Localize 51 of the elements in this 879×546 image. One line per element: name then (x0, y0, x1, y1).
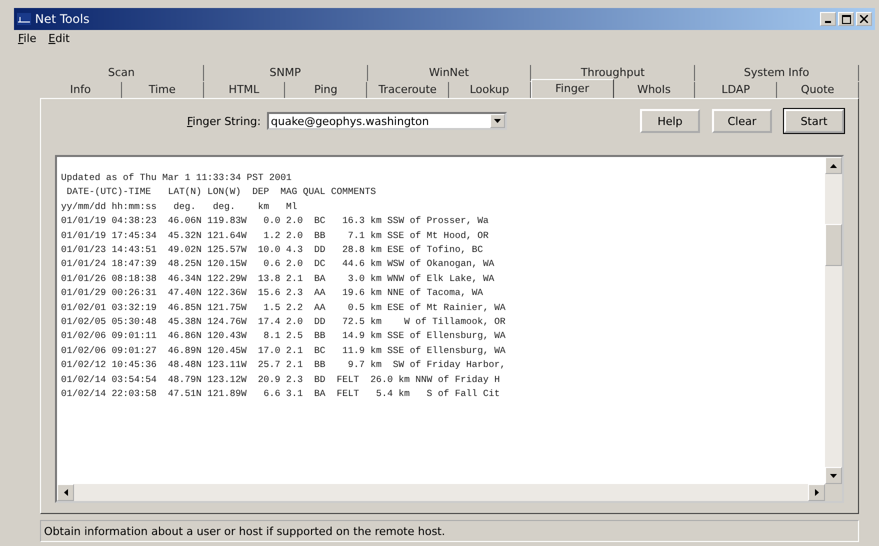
tab[interactable]: Traceroute (367, 82, 449, 98)
tab[interactable]: Ping (285, 82, 368, 98)
minimize-button[interactable] (820, 12, 836, 26)
status-text: Obtain information about a user or host if supported on the remote host. (44, 524, 446, 538)
output-line: 01/01/19 04:38:23 46.06N 119.83W 0.0 2.0 BC 16.3 km SSW of Prosser, Wa (61, 214, 490, 228)
close-icon (860, 15, 868, 23)
output-line: 01/01/26 08:18:38 46.34N 122.29W 13.8 2.1 BA 3.0 km WNW of Elk Lake, WA (61, 272, 496, 286)
menu-item[interactable]: File (18, 32, 36, 48)
maximize-button[interactable] (838, 12, 854, 26)
output-line: 01/01/23 14:43:51 49.02N 125.57W 10.0 4.3 DD 28.8 km ESE of Tofino, BC (61, 243, 484, 258)
tab[interactable]: Time (122, 82, 204, 98)
output-line: Updated as of Thu Mar 1 11:33:34 PST 2001 (61, 171, 293, 185)
push-button[interactable]: Clear (712, 109, 772, 133)
tab[interactable]: System Info (695, 65, 859, 81)
left-arrow-icon (64, 489, 68, 496)
output-line: DATE-(UTC)-TIME LAT(N) LON(W) DEP MAG QUAL COMMENTS (66, 185, 378, 200)
tab[interactable]: HTML (204, 82, 286, 98)
push-button[interactable]: Help (640, 109, 700, 133)
app-icon (17, 13, 31, 25)
output-line: yy/mm/dd hh:mm:ss deg. deg. km Ml (61, 200, 298, 214)
output-line: 01/01/19 17:45:34 45.32N 121.64W 1.2 2.0 BB 7.1 km SSE of Mt Hood, OR (61, 228, 490, 243)
menu-item[interactable]: Edit (48, 32, 70, 48)
tab[interactable]: SNMP (204, 65, 368, 81)
output-line: 01/02/12 10:45:36 48.48N 123.11W 25.7 2.1 BB 9.7 km SW of Friday Harbor, (61, 358, 506, 372)
down-arrow-icon (830, 474, 837, 478)
push-button[interactable]: Start (784, 109, 844, 133)
window-title: Net Tools (35, 12, 90, 26)
tab[interactable]: Quote (777, 82, 859, 98)
output-line: 01/02/14 22:03:58 47.51N 121.89W 6.6 3.1 BA FELT 5.4 km S of Fall Cit (61, 387, 501, 402)
horizontal-scrollbar[interactable] (57, 484, 825, 501)
close-button[interactable] (856, 12, 872, 26)
tab[interactable]: Info (40, 82, 122, 98)
tab[interactable]: WhoIs (614, 82, 696, 98)
output-line: 01/01/24 18:47:39 48.25N 120.15W 0.6 2.0 DC 44.6 km WSW of Okanogan, WA (61, 257, 496, 272)
dropdown-arrow-icon (494, 119, 501, 123)
tab[interactable]: Finger (530, 79, 614, 98)
vertical-scrollbar[interactable] (825, 157, 842, 484)
finger-string-label: Finger String: (187, 114, 261, 128)
output-line: 01/02/06 09:01:27 46.89N 120.45W 17.0 2.1 BC 11.9 km SSE of Ellensburg, WA (61, 344, 506, 358)
output-line: 01/02/14 03:54:54 48.79N 123.12W 20.9 2.3 BD FELT 26.0 km NNW of Friday H (61, 372, 501, 387)
tab[interactable]: LDAP (695, 82, 778, 98)
tab[interactable]: Scan (40, 65, 204, 81)
right-arrow-icon (814, 489, 818, 496)
output-line: 01/02/01 03:32:19 46.85N 121.75W 1.5 2.2 AA 0.5 km ESE of Mt Rainier, WA (61, 300, 506, 315)
maximize-icon (842, 14, 850, 24)
finger-string-combo[interactable]: quake@geophys.washington (266, 112, 507, 130)
output-line: 01/02/06 09:01:11 46.86N 120.43W 8.1 2.5 BB 14.9 km SSE of Ellensburg, WA (61, 329, 506, 344)
up-arrow-icon (830, 164, 837, 168)
output-line: 01/01/29 00:26:31 47.40N 122.36W 15.6 2.3 AA 19.6 km NNE of Tacoma, WA (61, 286, 484, 300)
output-line: 01/02/05 05:30:48 45.38N 124.76W 17.4 2.0 DD 72.5 km W of Tillamook, OR (61, 315, 506, 330)
scrollbar-thumb[interactable] (825, 224, 842, 266)
